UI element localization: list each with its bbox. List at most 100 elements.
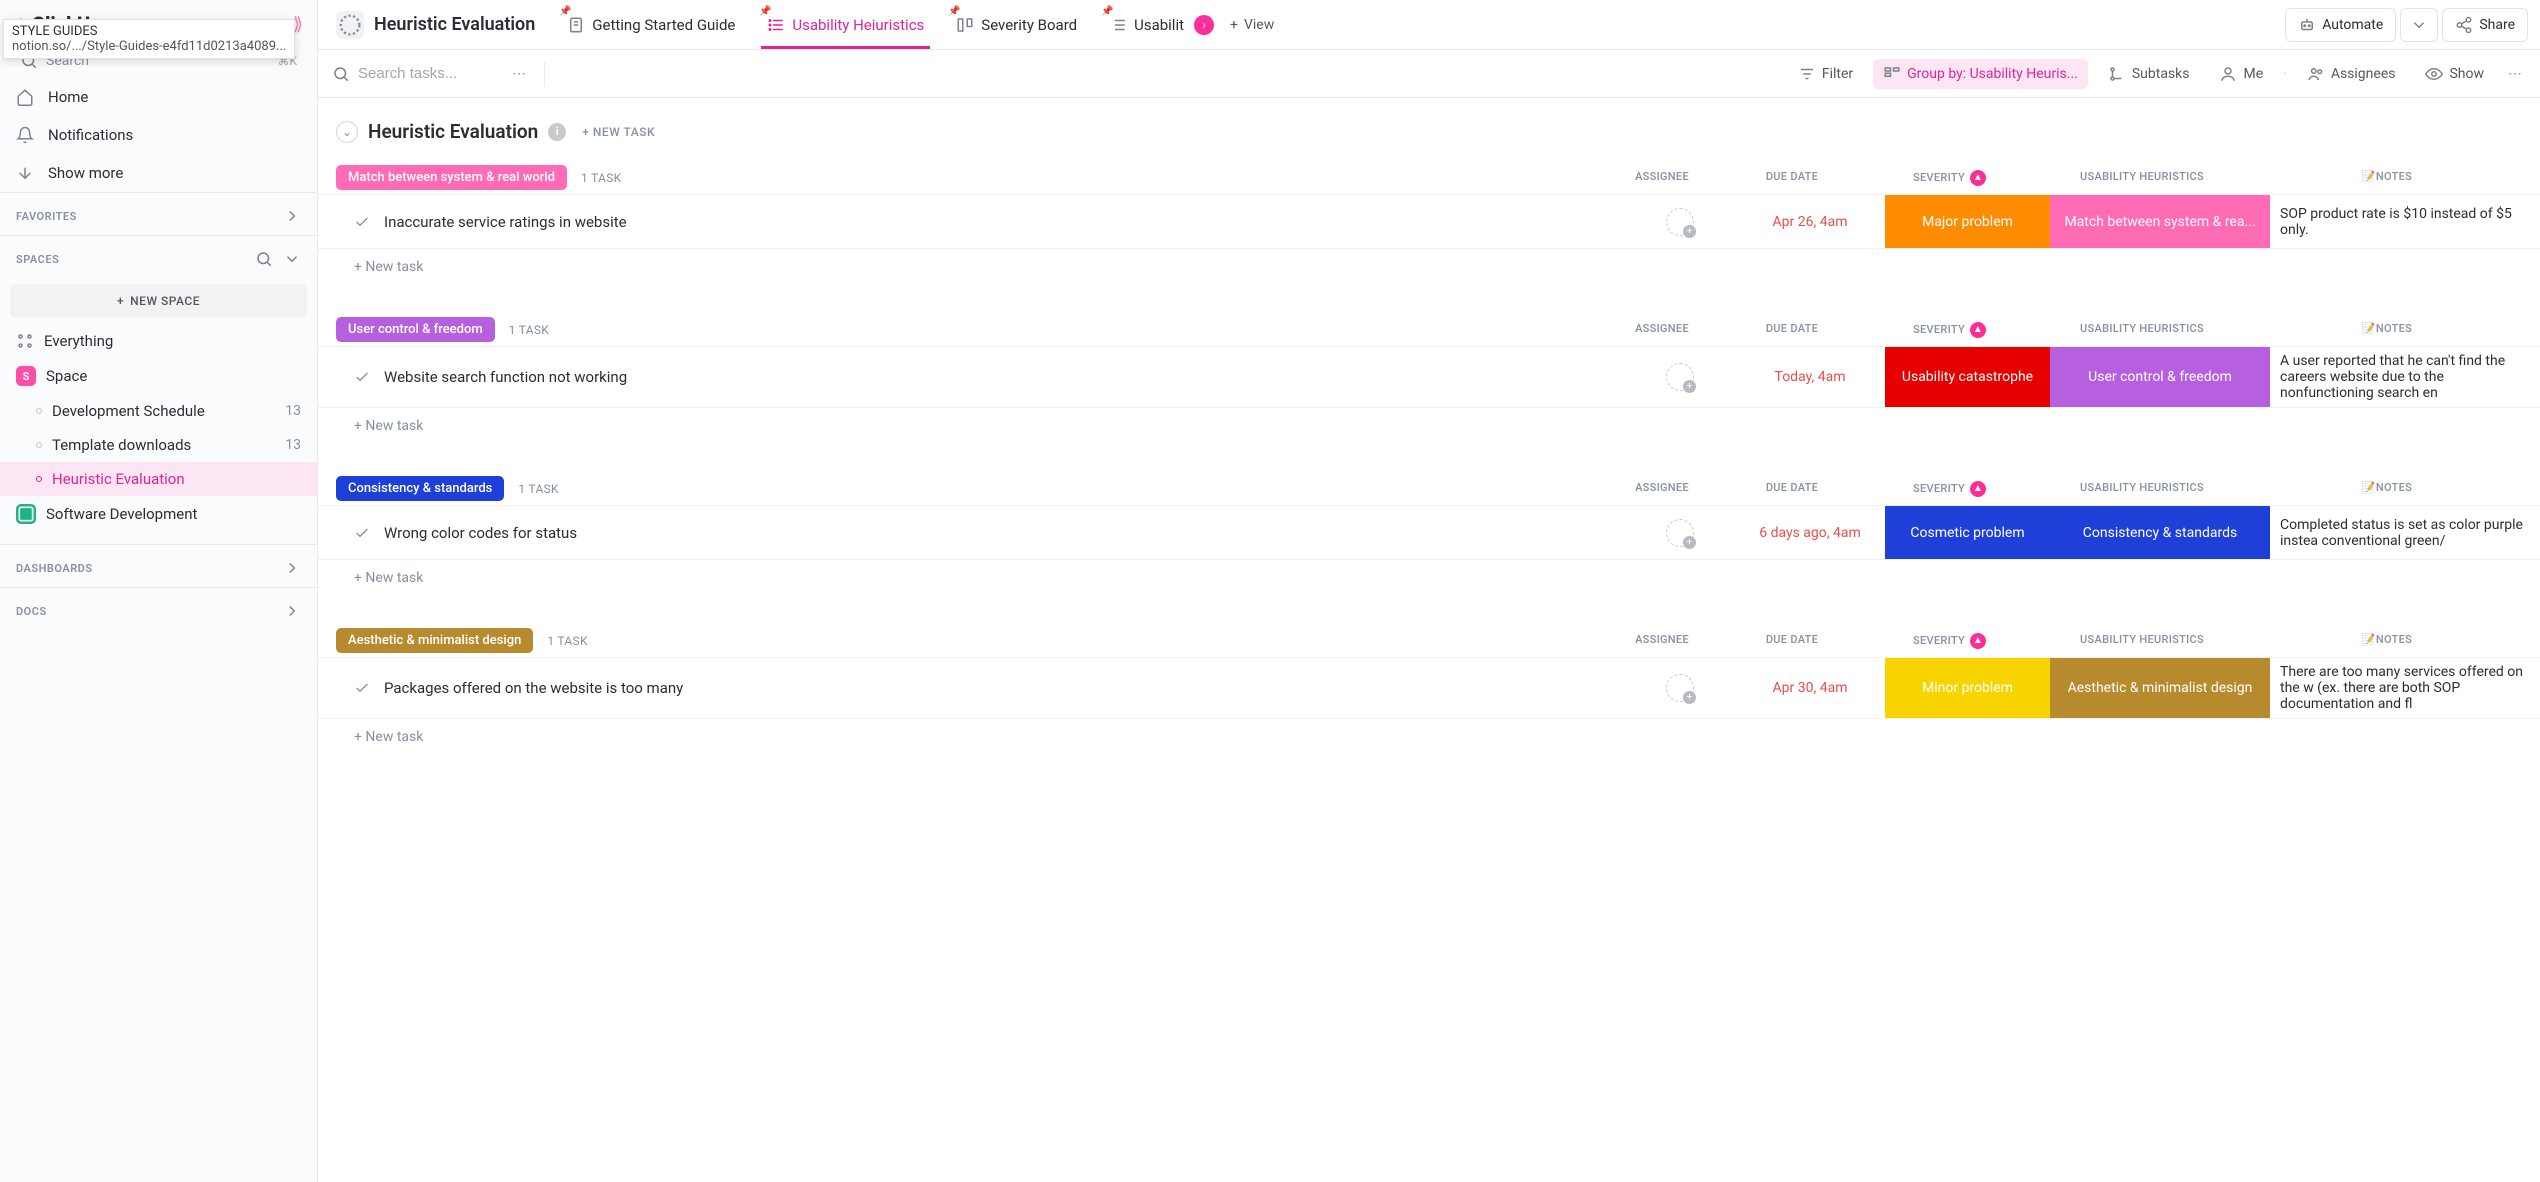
group-header: User control & freedom 1 TASK ASSIGNEE D…: [318, 313, 2540, 346]
info-icon[interactable]: i: [548, 123, 566, 141]
assignee-cell[interactable]: [1625, 658, 1735, 718]
assignee-cell[interactable]: [1625, 195, 1735, 248]
assignee-cell[interactable]: [1625, 506, 1735, 559]
tree-space[interactable]: S Space: [0, 358, 317, 394]
col-severity[interactable]: SEVERITY▲: [1867, 322, 2032, 338]
collapse-all-icon[interactable]: ⌄: [336, 121, 358, 143]
due-date-cell[interactable]: 6 days ago, 4am: [1735, 506, 1885, 559]
task-row[interactable]: Website search function not working Toda…: [318, 346, 2540, 407]
notes-cell[interactable]: Completed status is set as color purple …: [2270, 506, 2540, 559]
me-button[interactable]: Me: [2209, 59, 2273, 89]
heuristic-cell[interactable]: Match between system & rea...: [2050, 195, 2270, 248]
col-assignee[interactable]: ASSIGNEE: [1607, 170, 1717, 186]
tab-severity-board[interactable]: 📌 Severity Board: [942, 2, 1091, 48]
heuristic-cell[interactable]: Aesthetic & minimalist design: [2050, 658, 2270, 718]
col-assignee[interactable]: ASSIGNEE: [1607, 322, 1717, 338]
section-favorites[interactable]: FAVORITES: [0, 193, 317, 235]
filter-button[interactable]: Filter: [1788, 59, 1863, 89]
new-task-button[interactable]: + NEW TASK: [582, 125, 655, 139]
notes-cell[interactable]: There are too many services offered on t…: [2270, 658, 2540, 718]
status-check-icon[interactable]: [354, 680, 370, 696]
col-notes[interactable]: 📝NOTES: [2252, 170, 2522, 186]
section-spaces[interactable]: SPACES: [0, 236, 317, 278]
col-severity[interactable]: SEVERITY▲: [1867, 170, 2032, 186]
due-date-cell[interactable]: Apr 26, 4am: [1735, 195, 1885, 248]
col-assignee[interactable]: ASSIGNEE: [1607, 481, 1717, 497]
heuristic-cell[interactable]: User control & freedom: [2050, 347, 2270, 407]
tree-software-development[interactable]: Software Development: [0, 496, 317, 532]
assignees-button[interactable]: Assignees: [2297, 59, 2406, 89]
col-due-date[interactable]: DUE DATE: [1717, 322, 1867, 338]
add-task-button[interactable]: + New task: [318, 407, 2540, 444]
groupby-button[interactable]: Group by: Usability Heuris...: [1873, 59, 2088, 89]
severity-cell[interactable]: Major problem: [1885, 195, 2050, 248]
tree-heuristic-evaluation[interactable]: Heuristic Evaluation: [0, 462, 317, 496]
add-task-button[interactable]: + New task: [318, 248, 2540, 285]
col-due-date[interactable]: DUE DATE: [1717, 170, 1867, 186]
col-heuristics[interactable]: USABILITY HEURISTICS: [2032, 481, 2252, 497]
breadcrumb[interactable]: Heuristic Evaluation: [330, 5, 549, 45]
assignee-cell[interactable]: [1625, 347, 1735, 407]
nav-home[interactable]: Home: [0, 78, 317, 116]
automate-button[interactable]: Automate: [2285, 8, 2396, 42]
show-button[interactable]: Show: [2415, 59, 2494, 89]
new-space-button[interactable]: + NEW SPACE: [10, 284, 307, 318]
section-dashboards[interactable]: DASHBOARDS: [0, 545, 317, 587]
due-date-cell[interactable]: Today, 4am: [1735, 347, 1885, 407]
share-button[interactable]: Share: [2442, 8, 2528, 42]
severity-cell[interactable]: Minor problem: [1885, 658, 2050, 718]
sidebar: ◆ ClickUp ⟫ Search ⌘K Home Notifications…: [0, 0, 318, 1182]
col-notes[interactable]: 📝NOTES: [2252, 322, 2522, 338]
group-pill[interactable]: User control & freedom: [336, 317, 495, 342]
automate-dropdown[interactable]: [2400, 8, 2438, 42]
heuristic-cell[interactable]: Consistency & standards: [2050, 506, 2270, 559]
task-row[interactable]: Packages offered on the website is too m…: [318, 657, 2540, 718]
more-options[interactable]: ⋯: [2504, 62, 2526, 86]
add-view-button[interactable]: + View: [1218, 7, 1286, 43]
tab-getting-started[interactable]: 📌 Getting Started Guide: [553, 2, 749, 48]
col-due-date[interactable]: DUE DATE: [1717, 481, 1867, 497]
assignee-placeholder-icon: [1666, 363, 1694, 391]
col-due-date[interactable]: DUE DATE: [1717, 633, 1867, 649]
add-task-button[interactable]: + New task: [318, 718, 2540, 755]
due-date-cell[interactable]: Apr 30, 4am: [1735, 658, 1885, 718]
col-notes[interactable]: 📝NOTES: [2252, 633, 2522, 649]
notes-cell[interactable]: SOP product rate is $10 instead of $5 on…: [2270, 195, 2540, 248]
col-notes[interactable]: 📝NOTES: [2252, 481, 2522, 497]
search-options[interactable]: ⋯: [508, 62, 530, 86]
col-heuristics[interactable]: USABILITY HEURISTICS: [2032, 170, 2252, 186]
section-docs[interactable]: DOCS: [0, 588, 317, 630]
group-pill[interactable]: Match between system & real world: [336, 165, 567, 190]
task-row[interactable]: Inaccurate service ratings in website Ap…: [318, 194, 2540, 248]
notes-cell[interactable]: A user reported that he can't find the c…: [2270, 347, 2540, 407]
status-check-icon[interactable]: [354, 214, 370, 230]
col-heuristics[interactable]: USABILITY HEURISTICS: [2032, 322, 2252, 338]
severity-cell[interactable]: Cosmetic problem: [1885, 506, 2050, 559]
nav-show-more[interactable]: Show more: [0, 154, 317, 192]
status-check-icon[interactable]: [354, 525, 370, 541]
col-assignee[interactable]: ASSIGNEE: [1607, 633, 1717, 649]
col-heuristics[interactable]: USABILITY HEURISTICS: [2032, 633, 2252, 649]
task-search-input[interactable]: [358, 65, 498, 82]
chevron-down-icon[interactable]: [283, 250, 301, 268]
task-row[interactable]: Wrong color codes for status 6 days ago,…: [318, 505, 2540, 559]
tab-usability-heuristics[interactable]: 📌 Usability Heiuristics: [753, 2, 938, 48]
col-severity[interactable]: SEVERITY▲: [1867, 481, 2032, 497]
status-check-icon[interactable]: [354, 369, 370, 385]
subtasks-button[interactable]: Subtasks: [2098, 59, 2200, 89]
severity-cell[interactable]: Usability catastrophe: [1885, 347, 2050, 407]
tree-everything[interactable]: Everything: [0, 324, 317, 358]
search-icon[interactable]: [255, 250, 273, 268]
group-pill[interactable]: Aesthetic & minimalist design: [336, 628, 533, 653]
tree-template-downloads[interactable]: Template downloads 13: [0, 428, 317, 462]
col-severity[interactable]: SEVERITY▲: [1867, 633, 2032, 649]
space-avatar: S: [16, 366, 36, 386]
main-content: Heuristic Evaluation 📌 Getting Started G…: [318, 0, 2540, 1182]
nav-notifications[interactable]: Notifications: [0, 116, 317, 154]
add-task-button[interactable]: + New task: [318, 559, 2540, 596]
tree-dev-schedule[interactable]: Development Schedule 13: [0, 394, 317, 428]
tab-usability-2[interactable]: 📌 Usabilit: [1095, 2, 1198, 48]
person-icon: [2219, 65, 2237, 83]
plus-icon: +: [1230, 17, 1238, 33]
group-pill[interactable]: Consistency & standards: [336, 476, 504, 501]
